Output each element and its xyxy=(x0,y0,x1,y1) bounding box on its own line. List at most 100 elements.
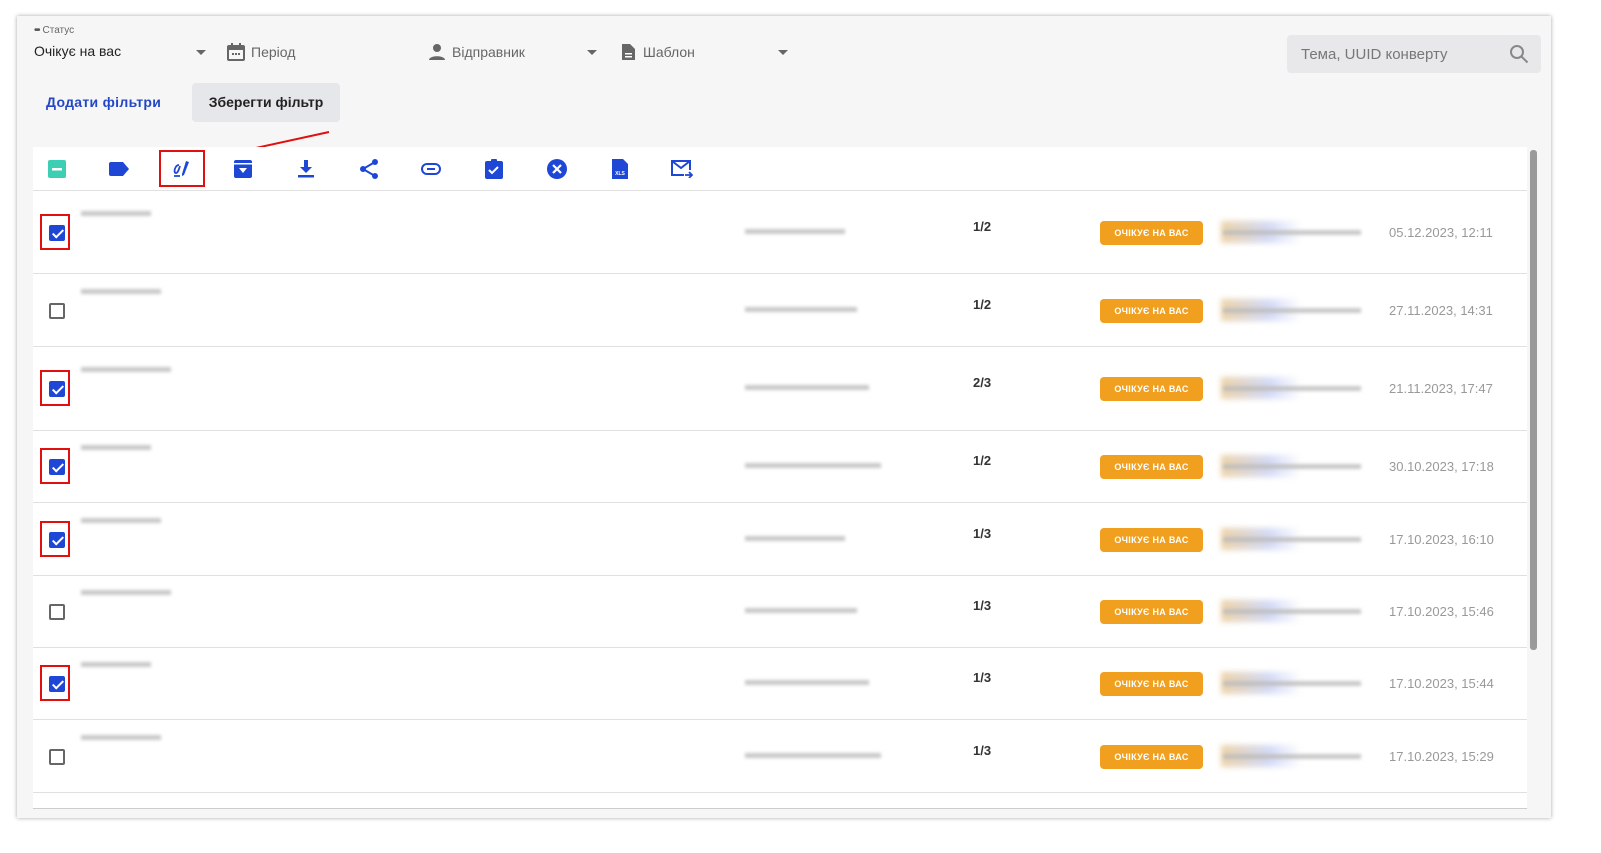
sign-button-highlight xyxy=(159,150,205,187)
minus-box-icon xyxy=(48,160,66,178)
document-date: 27.11.2023, 14:31 xyxy=(1389,303,1493,318)
sender-redacted xyxy=(745,536,845,541)
signatures-count: 1/3 xyxy=(973,526,992,541)
send-email-button[interactable] xyxy=(671,158,693,180)
svg-text:XLS: XLS xyxy=(615,171,625,177)
archive-icon xyxy=(234,160,252,178)
table-row[interactable]: 1/2 ОЧІКУЄ НА ВАС 27.11.2023, 14:31 xyxy=(33,274,1527,347)
sender-redacted xyxy=(745,608,857,613)
download-button[interactable] xyxy=(295,158,317,180)
document-date: 17.10.2023, 16:10 xyxy=(1389,532,1494,547)
signer-name-redacted xyxy=(1223,609,1361,614)
search-icon[interactable] xyxy=(1509,44,1529,64)
table-row[interactable]: 1/3 ОЧІКУЄ НА ВАС 17.10.2023, 15:46 xyxy=(33,576,1527,648)
template-filter[interactable]: Шаблон xyxy=(619,43,695,61)
signatures-count: 2/3 xyxy=(973,375,992,390)
sender-label: Відправник xyxy=(452,44,525,60)
row-checkbox[interactable] xyxy=(49,381,65,397)
signatures-count: 1/2 xyxy=(973,297,992,312)
scrollbar[interactable] xyxy=(1530,150,1537,650)
period-label: Період xyxy=(251,44,296,60)
document-title-redacted xyxy=(81,518,161,523)
status-badge: ОЧІКУЄ НА ВАС xyxy=(1100,455,1203,479)
bulk-actions-toolbar: XLS xyxy=(33,147,1527,191)
row-checkbox[interactable] xyxy=(49,676,65,692)
add-filters-button[interactable]: Додати фільтри xyxy=(46,94,161,110)
calendar-icon xyxy=(227,43,245,61)
share-button[interactable] xyxy=(358,158,380,180)
chevron-down-icon[interactable] xyxy=(196,50,206,55)
document-title-redacted xyxy=(81,445,151,450)
document-title-redacted xyxy=(81,735,161,740)
signer-name-redacted xyxy=(1223,464,1361,469)
approve-button[interactable] xyxy=(483,158,505,180)
email-forward-icon xyxy=(671,160,693,178)
share-icon xyxy=(360,159,378,179)
signatures-count: 1/3 xyxy=(973,598,992,613)
table-row[interactable]: 1/3 ОЧІКУЄ НА ВАС 17.10.2023, 15:29 xyxy=(33,720,1527,793)
person-icon xyxy=(429,44,445,60)
status-badge: ОЧІКУЄ НА ВАС xyxy=(1100,299,1203,323)
chevron-down-icon[interactable] xyxy=(778,50,788,55)
documents-table: XLS 1/2 ОЧІКУЄ НА ВАС 05.12.2023, 12:11 1/2… xyxy=(33,147,1527,809)
sender-redacted xyxy=(745,385,869,390)
table-row[interactable]: 2/3 ОЧІКУЄ НА ВАС 21.11.2023, 17:47 xyxy=(33,347,1527,431)
copy-link-button[interactable] xyxy=(420,158,442,180)
xls-file-icon: XLS xyxy=(612,159,628,179)
document-title-redacted xyxy=(81,590,171,595)
status-filter-label: ••• Статус xyxy=(34,25,74,36)
signatures-count: 1/2 xyxy=(973,453,992,468)
link-icon xyxy=(421,163,441,175)
table-row[interactable]: 1/3 ОЧІКУЄ НА ВАС 17.10.2023, 15:44 xyxy=(33,648,1527,720)
deselect-all-button[interactable] xyxy=(46,158,68,180)
row-checkbox[interactable] xyxy=(49,532,65,548)
status-badge: ОЧІКУЄ НА ВАС xyxy=(1100,221,1203,245)
document-date: 05.12.2023, 12:11 xyxy=(1389,225,1493,240)
reject-button[interactable] xyxy=(546,158,568,180)
status-label-text: Статус xyxy=(42,25,75,36)
signer-name-redacted xyxy=(1223,754,1361,759)
signer-name-redacted xyxy=(1223,537,1361,542)
clipboard-check-icon xyxy=(485,159,503,179)
chevron-down-icon[interactable] xyxy=(587,50,597,55)
status-badge: ОЧІКУЄ НА ВАС xyxy=(1100,600,1203,624)
close-circle-icon xyxy=(547,159,567,179)
status-filter[interactable]: Очікує на вас xyxy=(34,43,121,59)
table-row[interactable]: 1/3 ОЧІКУЄ НА ВАС 17.10.2023, 16:10 xyxy=(33,503,1527,576)
save-filter-button[interactable]: Зберегти фільтр xyxy=(192,83,340,122)
document-title-redacted xyxy=(81,289,161,294)
status-badge: ОЧІКУЄ НА ВАС xyxy=(1100,377,1203,401)
document-title-redacted xyxy=(81,367,171,372)
row-checkbox[interactable] xyxy=(49,303,65,319)
archive-button[interactable] xyxy=(232,158,254,180)
document-date: 17.10.2023, 15:46 xyxy=(1389,604,1494,619)
template-label: Шаблон xyxy=(643,44,695,60)
document-title-redacted xyxy=(81,211,151,216)
row-checkbox[interactable] xyxy=(49,225,65,241)
export-xls-button[interactable]: XLS xyxy=(609,158,631,180)
document-icon xyxy=(622,44,635,60)
download-icon xyxy=(298,160,314,178)
signer-name-redacted xyxy=(1223,230,1361,235)
period-filter[interactable]: Період xyxy=(227,43,295,61)
signatures-count: 1/3 xyxy=(973,670,992,685)
document-date: 21.11.2023, 17:47 xyxy=(1389,381,1493,396)
row-checkbox[interactable] xyxy=(49,749,65,765)
tag-button[interactable] xyxy=(108,158,130,180)
document-title-redacted xyxy=(81,662,151,667)
search-placeholder: Тема, UUID конверту xyxy=(1301,46,1448,63)
sender-filter[interactable]: Відправник xyxy=(428,43,525,61)
sender-redacted xyxy=(745,463,881,468)
signer-name-redacted xyxy=(1223,681,1361,686)
search-input[interactable]: Тема, UUID конверту xyxy=(1287,35,1541,73)
sender-redacted xyxy=(745,229,845,234)
table-row[interactable]: 1/2 ОЧІКУЄ НА ВАС 30.10.2023, 17:18 xyxy=(33,431,1527,503)
status-badge: ОЧІКУЄ НА ВАС xyxy=(1100,745,1203,769)
signatures-count: 1/3 xyxy=(973,743,992,758)
document-date: 30.10.2023, 17:18 xyxy=(1389,459,1494,474)
dots-icon: ••• xyxy=(34,25,40,36)
row-checkbox[interactable] xyxy=(49,604,65,620)
row-checkbox[interactable] xyxy=(49,459,65,475)
table-row[interactable]: 1/2 ОЧІКУЄ НА ВАС 05.12.2023, 12:11 xyxy=(33,191,1527,274)
document-date: 17.10.2023, 15:29 xyxy=(1389,749,1494,764)
